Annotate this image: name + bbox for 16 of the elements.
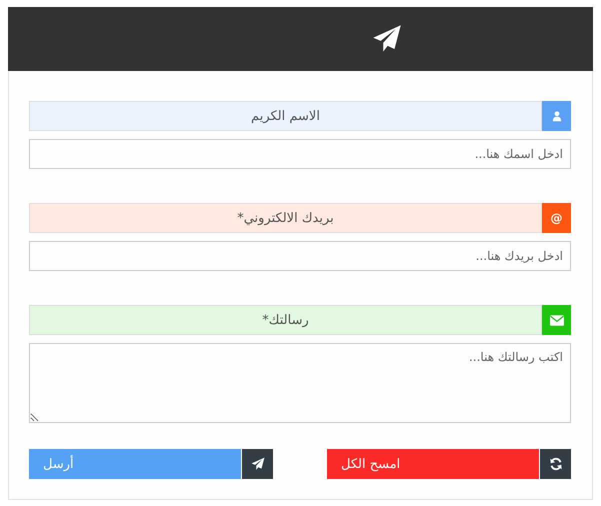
field-label: بريدك الالكتروني* — [29, 203, 542, 233]
user-icon — [550, 110, 562, 122]
message-field[interactable]: اكتب رسالتك هنا... — [29, 343, 571, 423]
paper-plane-icon — [250, 457, 264, 471]
field-label: رسالتك* — [29, 305, 542, 335]
refresh-icon-button[interactable] — [540, 449, 571, 479]
at-sign-icon: @ — [550, 212, 562, 224]
send-icon-button[interactable] — [242, 449, 273, 479]
envelope-icon — [550, 314, 564, 326]
input-field[interactable]: ادخل بريدك هنا... — [29, 241, 571, 271]
send-button[interactable]: أرسل — [29, 449, 241, 479]
paper-plane-icon — [372, 24, 402, 54]
refresh-icon — [548, 457, 562, 471]
field-label: الاسم الكريم — [29, 101, 542, 131]
clear-button[interactable]: امسح الكل — [327, 449, 539, 479]
input-field[interactable]: ادخل اسمك هنا... — [29, 139, 571, 169]
